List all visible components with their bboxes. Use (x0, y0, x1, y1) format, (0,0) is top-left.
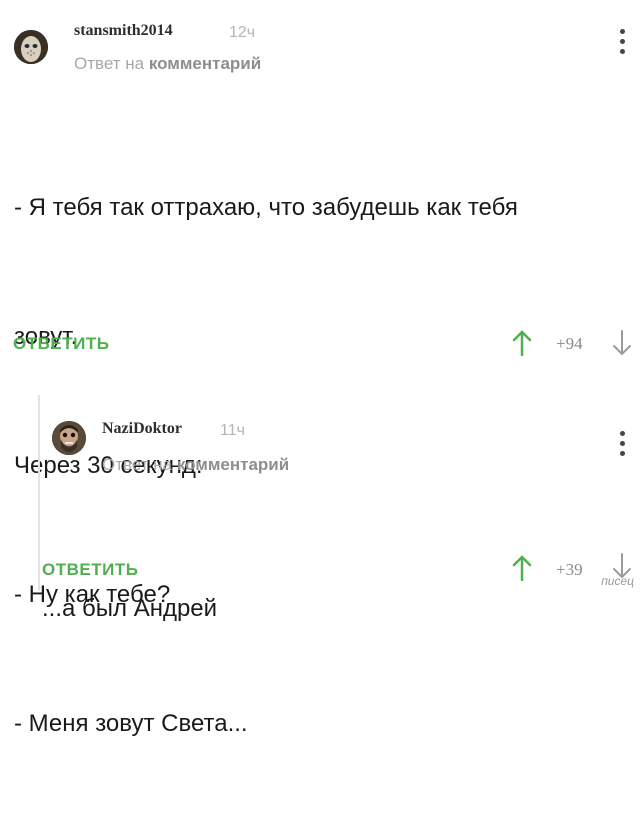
more-options-icon[interactable] (620, 431, 626, 456)
upvote-icon[interactable] (512, 330, 532, 361)
username[interactable]: NaziDoktor (102, 420, 182, 438)
upvote-icon[interactable] (512, 555, 532, 586)
more-options-icon[interactable] (620, 29, 626, 54)
comment-time: 11ч (220, 422, 245, 439)
avatar[interactable] (52, 421, 86, 455)
comment-time: 12ч (229, 24, 256, 41)
reply-to-line: Ответ на комментарий (102, 455, 289, 475)
comment-line: ...а был Андрей (42, 595, 218, 622)
reply-to-link[interactable]: комментарий (177, 455, 289, 474)
reply-button[interactable]: ОТВЕТИТЬ (42, 560, 138, 580)
comment-line: - Я тебя так оттрахаю, что забудешь как … (14, 194, 518, 221)
reply-to-link[interactable]: комментарий (149, 54, 261, 73)
watermark: писец (601, 574, 634, 588)
reply-button[interactable]: ОТВЕТИТЬ (13, 334, 109, 354)
reply-to-line: Ответ на комментарий (74, 54, 261, 74)
username[interactable]: stansmith2014 (74, 22, 173, 40)
downvote-icon[interactable] (612, 330, 632, 361)
bearded-man-avatar-icon (52, 421, 86, 455)
comment-score: +39 (556, 560, 583, 579)
reply-to-prefix: Ответ на (74, 54, 149, 73)
comment-score: +94 (556, 334, 583, 353)
reply-to-prefix: Ответ на (102, 455, 177, 474)
comment-body: ...а был Андрей (42, 501, 217, 716)
hockey-mask-avatar-icon (14, 30, 48, 64)
comment-2: NaziDoktor 11ч Ответ на комментарий ...а… (38, 395, 640, 622)
comment-1: stansmith2014 12ч Ответ на комментарий -… (0, 0, 640, 737)
avatar[interactable] (14, 30, 48, 64)
